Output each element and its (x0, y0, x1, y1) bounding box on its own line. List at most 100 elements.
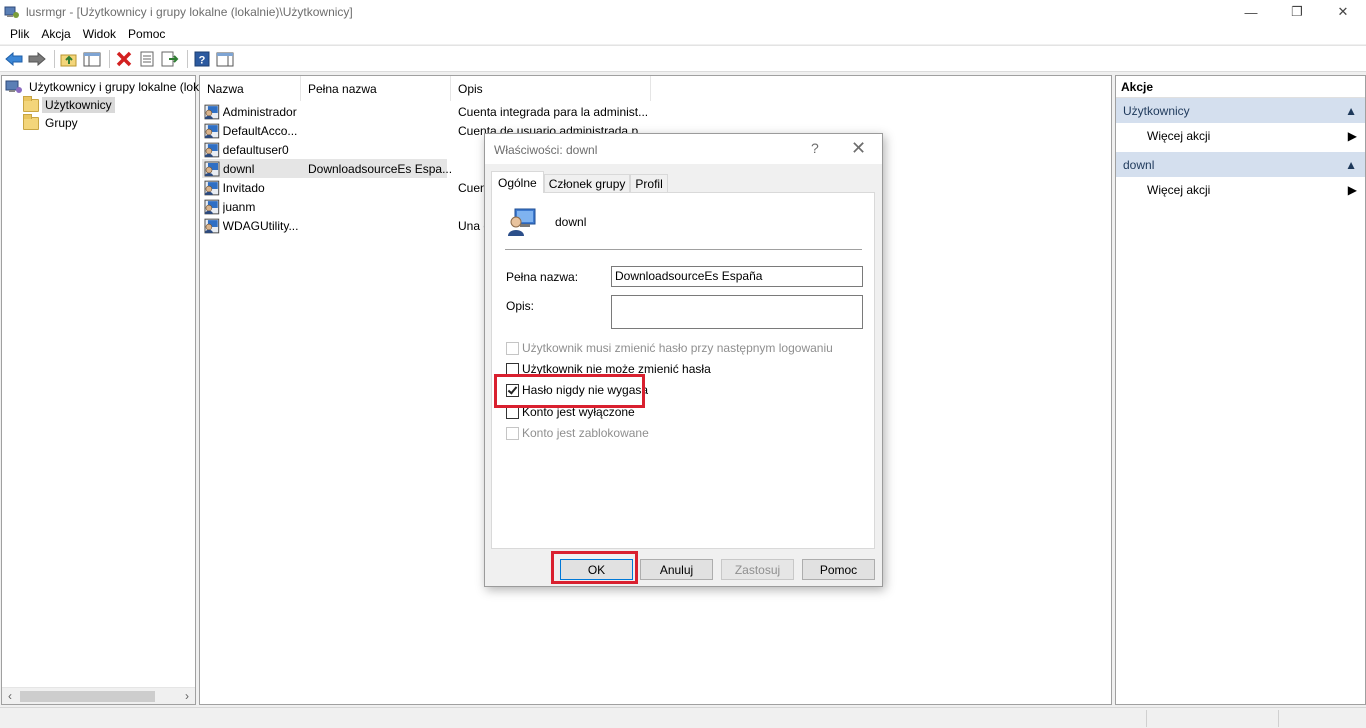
collapse-up-icon[interactable]: ▲ (1345, 158, 1357, 172)
checkbox-box[interactable] (506, 341, 519, 355)
cell-name: Invitado (222, 180, 265, 195)
minimize-button[interactable]: — (1228, 0, 1274, 24)
cancel-button[interactable]: Anuluj (640, 559, 713, 580)
show-action-pane-button[interactable] (215, 49, 235, 69)
user-name: downl (555, 215, 587, 229)
actions-section-label: Użytkownicy (1123, 103, 1190, 118)
forward-button[interactable] (27, 49, 47, 69)
cell-name: defaultuser0 (222, 142, 289, 157)
cell-name: DefaultAcco... (222, 123, 298, 138)
column-description[interactable]: Opis (451, 76, 651, 101)
actions-section-label: downl (1123, 157, 1155, 172)
actions-title: Akcje (1116, 76, 1365, 98)
export-list-icon (161, 51, 179, 66)
status-bar (0, 707, 1366, 728)
toolbar-separator (54, 49, 55, 68)
close-button[interactable]: ✕ (1320, 0, 1366, 24)
cell-name: WDAGUtility... (222, 218, 299, 233)
scroll-right-icon[interactable]: › (179, 688, 195, 704)
more-actions-label: Więcej akcji (1147, 182, 1211, 197)
back-button[interactable] (4, 49, 24, 69)
menu-bar: Plik Akcja Widok Pomoc (0, 24, 1366, 44)
export-list-button[interactable] (160, 49, 180, 69)
user-account-icon (204, 199, 220, 214)
column-full-name[interactable]: Pełna nazwa (301, 76, 451, 101)
highlight-box (494, 374, 645, 408)
delete-button[interactable] (114, 49, 134, 69)
tree-item-users[interactable]: Użytkownicy (23, 95, 115, 114)
table-row[interactable]: Administrador Cuenta integrada para la ad… (202, 102, 648, 121)
scroll-left-icon[interactable]: ‹ (2, 688, 18, 704)
up-level-button[interactable] (59, 49, 79, 69)
table-row[interactable]: defaultuser0 (202, 140, 301, 159)
submenu-arrow-icon: ▶ (1347, 128, 1357, 143)
table-row[interactable]: WDAGUtility... Una c (202, 216, 489, 235)
cell-name: downl (223, 161, 255, 176)
actions-pane: Akcje Użytkownicy ▲ Więcej akcji ▶ downl… (1115, 75, 1366, 705)
action-pane-icon (216, 52, 234, 66)
restore-button[interactable]: ❐ (1274, 0, 1320, 24)
show-hide-tree-button[interactable] (82, 49, 102, 69)
tree-item-groups[interactable]: Grupy (23, 113, 81, 132)
users-groups-icon (5, 80, 22, 93)
properties-button[interactable] (137, 49, 157, 69)
user-account-icon (204, 161, 220, 176)
menu-pomoc[interactable]: Pomoc (122, 27, 171, 41)
dialog-title-bar: Właściwości: downl ? ✕ (485, 134, 882, 164)
more-actions-users[interactable]: Więcej akcji ▶ (1116, 123, 1365, 148)
window-title: lusrmgr - [Użytkownicy i grupy lokalne (… (26, 5, 353, 19)
toolbar-separator (187, 49, 188, 68)
forward-arrow-icon (28, 51, 46, 66)
back-arrow-icon (5, 51, 23, 66)
table-row[interactable]: juanm (202, 197, 301, 216)
separator-line (505, 249, 862, 250)
dialog-help-button[interactable]: ? (811, 140, 819, 156)
folder-icon (23, 113, 39, 130)
tree-root[interactable]: Użytkownicy i grupy lokalne (lokalnie) (5, 78, 231, 96)
dialog-close-button[interactable]: ✕ (851, 138, 866, 159)
tab-profile[interactable]: Profil (630, 174, 668, 192)
apply-button[interactable]: Zastosuj (721, 559, 794, 580)
collapse-up-icon[interactable]: ▲ (1345, 104, 1357, 118)
description-field[interactable] (611, 295, 863, 329)
help-button[interactable]: ? (192, 49, 212, 69)
user-account-icon (204, 104, 220, 119)
status-divider (1278, 710, 1279, 727)
checkbox-must-change-password[interactable]: Użytkownik musi zmienić hasło przy nastę… (506, 341, 833, 355)
toolbar: ? (0, 45, 1366, 72)
more-actions-downl[interactable]: Więcej akcji ▶ (1116, 177, 1365, 202)
tree-item-groups-label: Grupy (45, 116, 78, 130)
checkbox-box[interactable] (506, 426, 519, 440)
checkbox-label: Konto jest zablokowane (522, 426, 649, 440)
full-name-field[interactable]: DownloadsourceEs España (611, 266, 863, 287)
user-icon (508, 208, 536, 236)
table-row[interactable]: Invitado Cuen (202, 178, 487, 197)
scroll-thumb[interactable] (20, 691, 155, 702)
tab-general[interactable]: Ogólne (491, 171, 544, 193)
table-row[interactable]: DefaultAcco... Cuenta de usuario administ… (202, 121, 648, 140)
user-account-icon (204, 180, 220, 195)
actions-section-users[interactable]: Użytkownicy ▲ (1116, 98, 1365, 123)
toolbar-separator (109, 49, 110, 68)
help-dialog-button[interactable]: Pomoc (802, 559, 875, 580)
menu-widok[interactable]: Widok (77, 27, 122, 41)
help-icon: ? (194, 51, 210, 66)
cell-description: Cuenta integrada para la administ... (458, 104, 649, 119)
folder-icon (23, 95, 39, 112)
dialog-title: Właściwości: downl (494, 143, 598, 157)
menu-plik[interactable]: Plik (4, 27, 35, 41)
column-name[interactable]: Nazwa (200, 76, 301, 101)
checkbox-account-locked[interactable]: Konto jest zablokowane (506, 426, 649, 440)
console-tree: Użytkownicy i grupy lokalne (lokalnie) U… (1, 75, 228, 705)
cell-full-name: DownloadsourceEs Espa... (308, 161, 453, 176)
tab-member-of[interactable]: Członek grupy (543, 174, 631, 192)
horizontal-scrollbar[interactable]: ‹ › (2, 687, 195, 704)
table-row[interactable]: downl DownloadsourceEs Espa... (202, 159, 452, 178)
actions-section-downl[interactable]: downl ▲ (1116, 152, 1365, 177)
status-divider (1146, 710, 1147, 727)
more-actions-label: Więcej akcji (1147, 128, 1211, 143)
menu-akcja[interactable]: Akcja (35, 27, 76, 41)
properties-dialog: Właściwości: downl ? ✕ Ogólne Członek gr… (484, 133, 883, 587)
cell-description: Cuen (458, 180, 487, 195)
description-label: Opis: (506, 299, 535, 313)
